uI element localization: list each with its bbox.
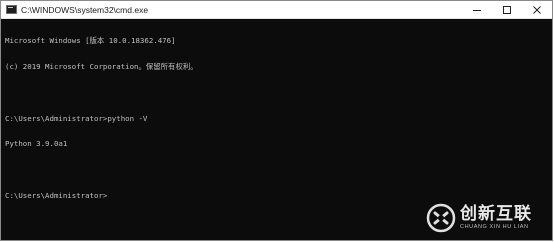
cmd-window: C:\WINDOWS\system32\cmd.exe Microsoft Wi…: [0, 0, 553, 241]
console-prompt-line: C:\Users\Administrator>: [5, 190, 108, 200]
maximize-icon: [503, 5, 511, 14]
watermark: 创新互联 CHUANG XIN HU LIAN: [426, 202, 548, 234]
window-title: C:\WINDOWS\system32\cmd.exe: [21, 4, 149, 15]
console-line: Python 3.9.0a1: [5, 139, 68, 149]
watermark-subtitle: CHUANG XIN HU LIAN: [460, 224, 529, 230]
console-line: (c) 2019 Microsoft Corporation。保留所有权利。: [5, 61, 198, 71]
maximize-button[interactable]: [492, 1, 522, 18]
cmd-icon: [6, 5, 17, 14]
title-bar[interactable]: C:\WINDOWS\system32\cmd.exe: [1, 1, 552, 19]
console-line: Microsoft Windows [版本 10.0.18362.476]: [5, 36, 176, 46]
brand-logo-icon: [426, 203, 456, 233]
close-icon: [533, 5, 541, 14]
minimize-button[interactable]: [462, 1, 492, 18]
watermark-title: 创新互联: [460, 204, 532, 224]
minimize-icon: [473, 9, 481, 11]
close-button[interactable]: [522, 1, 552, 18]
console-line: C:\Users\Administrator>python -V: [5, 113, 148, 123]
window-controls: [462, 1, 552, 18]
